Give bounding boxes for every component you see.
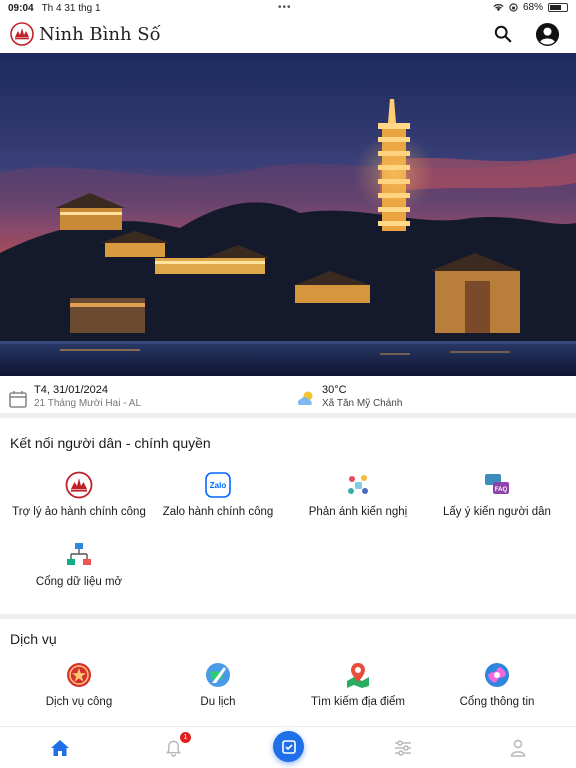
sliders-icon bbox=[395, 740, 411, 756]
hero-banner-image[interactable] bbox=[0, 53, 576, 376]
battery-percent: 68% bbox=[522, 2, 543, 13]
location-search-label: Tìm kiếm địa điểm bbox=[311, 696, 405, 708]
feedback-item[interactable]: Phản ánh kiến nghị bbox=[286, 471, 430, 518]
weather-location: Xã Tân Mỹ Chánh bbox=[322, 398, 403, 409]
location-search-item[interactable]: Tìm kiếm địa điểm bbox=[286, 661, 430, 708]
travel-item[interactable]: Du lịch bbox=[146, 661, 290, 708]
open-data-item[interactable]: Cổng dữ liệu mở bbox=[7, 541, 151, 588]
nav-notifications[interactable]: 1 bbox=[161, 732, 191, 759]
portal-label: Cổng thông tin bbox=[459, 696, 535, 708]
survey-label: Lấy ý kiến người dân bbox=[443, 506, 551, 518]
network-icon bbox=[67, 543, 91, 565]
search-icon bbox=[494, 25, 512, 43]
zalo-item[interactable]: Zalo Zalo hành chính công bbox=[146, 471, 290, 518]
zalo-label: Zalo hành chính công bbox=[162, 506, 274, 518]
svg-text:FAQ: FAQ bbox=[495, 487, 508, 493]
status-date: Th 4 31 thg 1 bbox=[41, 2, 101, 14]
zalo-icon: Zalo bbox=[205, 472, 231, 498]
account-button[interactable] bbox=[534, 21, 560, 47]
home-icon bbox=[51, 740, 69, 756]
portal-item[interactable]: Cổng thông tin bbox=[425, 661, 569, 708]
date-cell[interactable]: T4, 31/01/2024 21 Tháng Mười Hai - AL bbox=[0, 378, 288, 413]
portal-icon bbox=[485, 663, 509, 687]
bell-icon bbox=[165, 740, 181, 757]
lunar-date: 21 Tháng Mười Hai - AL bbox=[34, 398, 142, 409]
svg-text:Zalo: Zalo bbox=[210, 481, 227, 490]
virtual-assistant-label: Trợ lý ảo hành chính công bbox=[12, 506, 146, 518]
weather-cell[interactable]: 30°C Xã Tân Mỹ Chánh bbox=[288, 378, 576, 413]
app-bar: Ninh Bình Số bbox=[0, 16, 576, 52]
connect-section: Kết nối người dân - chính quyền Trợ lý ả… bbox=[0, 423, 576, 613]
scan-icon bbox=[281, 739, 296, 754]
bottom-nav: 1 bbox=[0, 726, 576, 768]
services-section: Dịch vụ Dịch vụ công Du lịch Tìm kiếm đị… bbox=[0, 619, 576, 726]
nav-profile[interactable] bbox=[506, 737, 530, 759]
calendar-icon bbox=[9, 391, 27, 408]
account-icon bbox=[535, 22, 559, 46]
date-weather-row: T4, 31/01/2024 21 Tháng Mười Hai - AL 30… bbox=[0, 378, 576, 418]
hero-pagoda-scene bbox=[0, 53, 576, 376]
connect-section-title: Kết nối người dân - chính quyền bbox=[10, 435, 211, 451]
faq-icon: FAQ bbox=[485, 474, 509, 494]
travel-icon bbox=[206, 663, 230, 687]
notification-badge: 1 bbox=[180, 732, 191, 743]
logo-icon bbox=[65, 471, 93, 499]
temperature: 30°C bbox=[322, 384, 347, 396]
wifi-icon bbox=[493, 4, 504, 12]
nav-home[interactable] bbox=[48, 737, 72, 759]
virtual-assistant-item[interactable]: Trợ lý ảo hành chính công bbox=[7, 471, 151, 518]
solar-date: T4, 31/01/2024 bbox=[34, 384, 109, 396]
travel-label: Du lịch bbox=[200, 696, 236, 708]
orientation-lock-icon bbox=[509, 3, 518, 12]
app-logo-icon bbox=[10, 22, 34, 46]
multitask-dots-icon[interactable]: ••• bbox=[278, 2, 292, 13]
public-service-item[interactable]: Dịch vụ công bbox=[7, 661, 151, 708]
nav-center-button[interactable] bbox=[273, 731, 304, 762]
feedback-label: Phản ánh kiến nghị bbox=[308, 506, 408, 518]
battery-icon bbox=[548, 3, 568, 12]
nav-settings[interactable] bbox=[391, 737, 415, 759]
map-pin-icon bbox=[347, 663, 369, 688]
status-time: 09:04 bbox=[8, 2, 34, 14]
search-button[interactable] bbox=[490, 21, 516, 47]
survey-item[interactable]: FAQ Lấy ý kiến người dân bbox=[425, 471, 569, 518]
status-bar: 09:04 Th 4 31 thg 1 ••• 68% bbox=[0, 0, 576, 16]
user-icon bbox=[510, 739, 526, 757]
status-indicators: 68% bbox=[493, 2, 568, 13]
emblem-icon bbox=[67, 663, 91, 687]
open-data-label: Cổng dữ liệu mở bbox=[35, 576, 123, 588]
services-section-title: Dịch vụ bbox=[10, 631, 57, 647]
public-service-label: Dịch vụ công bbox=[45, 696, 113, 708]
partly-cloudy-icon bbox=[297, 391, 313, 405]
feedback-icon bbox=[348, 475, 368, 494]
app-title: Ninh Bình Số bbox=[39, 23, 161, 45]
